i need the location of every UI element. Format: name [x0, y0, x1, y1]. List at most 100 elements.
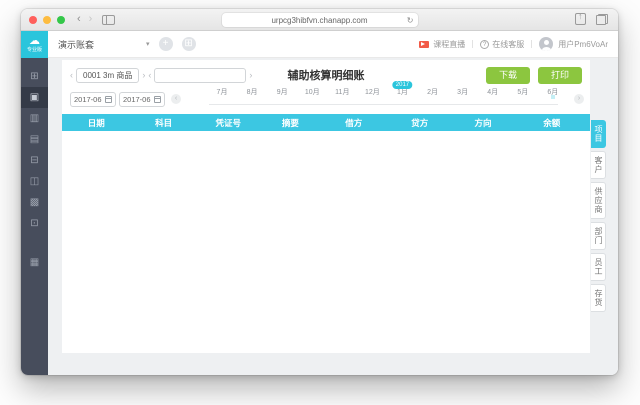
month-label: 3月: [457, 89, 469, 96]
sidebar-item-checkout-icon[interactable]: ▦: [21, 252, 48, 273]
month-label: 9月: [276, 89, 288, 96]
share-icon[interactable]: [575, 11, 586, 25]
sidebar-item-cash-icon[interactable]: ▤: [21, 129, 48, 150]
month-item[interactable]: 10月: [303, 88, 321, 112]
month-item[interactable]: 4月: [484, 88, 502, 112]
print-button[interactable]: 打印: [538, 66, 582, 84]
user-menu[interactable]: 用户Pm6VoAr: [539, 37, 608, 51]
voucher-icon: ▣: [29, 92, 40, 103]
online-support-label: 在线客服: [492, 39, 525, 49]
month-label: 5月: [517, 89, 529, 96]
app-sidebar: ⊞ ▣ ▥ ▤ ⊟ ◫ ▩ ⊡ ▦: [21, 58, 48, 375]
date-to-input[interactable]: 2017-06: [119, 91, 165, 107]
report-icon: ▥: [29, 113, 40, 124]
month-item[interactable]: 9月: [273, 88, 291, 112]
salary-icon: ◫: [29, 176, 40, 187]
zoom-button[interactable]: [57, 15, 65, 24]
address-bar[interactable]: urpcg3hibfvn.chanapp.com ↻: [221, 13, 418, 27]
settings-icon: ⊡: [30, 218, 39, 229]
timeline-prev-icon[interactable]: ‹: [171, 94, 181, 104]
account-set-selector[interactable]: 演示账套: [58, 38, 94, 51]
chevron-down-icon[interactable]: ▾: [146, 40, 150, 48]
online-support-link[interactable]: ? 在线客服: [480, 39, 524, 50]
month-item[interactable]: 7月: [213, 88, 231, 112]
month-label: 7月: [216, 89, 228, 96]
month-item[interactable]: 2月: [424, 88, 442, 112]
year-badge: 2017: [392, 81, 413, 89]
date-to-value: 2017-06: [123, 94, 151, 104]
aux-tab-供应商[interactable]: 供应商: [591, 182, 606, 219]
month-item[interactable]: 5月: [514, 88, 532, 112]
column-header: 贷方: [411, 117, 429, 128]
sidebar-item-salary-icon[interactable]: ◫: [21, 171, 48, 192]
forward-button[interactable]: ›: [89, 14, 93, 25]
browser-window: ‹ › urpcg3hibfvn.chanapp.com ↻ ☁ 专业版 ⊞ ▣ ▥…: [21, 9, 618, 375]
add-account-set-button[interactable]: +: [158, 37, 173, 51]
question-icon: ?: [480, 39, 490, 49]
column-header: 余额: [543, 117, 561, 128]
invoice-icon: ⊟: [30, 155, 39, 166]
month-item[interactable]: 11月: [333, 88, 351, 112]
app-header-bar: 演示账套 ▾ + ⊞ 课程直播 ? 在线客服 用户Pm6VoAr: [48, 31, 618, 58]
back-button[interactable]: ‹: [77, 14, 81, 25]
month-label: 1月: [397, 89, 408, 96]
date-from-input[interactable]: 2017-06: [70, 91, 116, 107]
date-from-value: 2017-06: [74, 94, 102, 104]
minimize-button[interactable]: [43, 15, 51, 24]
aux-tab-项目[interactable]: 项目: [591, 120, 606, 148]
column-header: 日期: [87, 117, 105, 128]
sidebar-toggle-icon[interactable]: [102, 14, 116, 25]
calendar-icon: [154, 95, 161, 103]
month-timeline: 7月 8月 9月 10月 11月 12月 2017 1月 2月 3月 4月 5月 6月: [183, 81, 572, 112]
reload-icon[interactable]: ↻: [407, 16, 414, 25]
month-label: 4月: [487, 89, 499, 96]
month-label: 11月: [335, 89, 350, 96]
timeline-next-icon[interactable]: ›: [574, 94, 584, 104]
live-course-link[interactable]: 课程直播: [419, 39, 465, 50]
sidebar-item-invoice-icon[interactable]: ⊟: [21, 150, 48, 171]
column-header: 科目: [155, 117, 173, 128]
aux-tab-存货[interactable]: 存货: [591, 284, 606, 312]
month-item[interactable]: 8月: [243, 88, 261, 112]
traffic-lights: [29, 15, 65, 24]
video-camera-icon: [419, 40, 430, 48]
timeline-months: 7月 8月 9月 10月 11月 12月 2017 1月 2月 3月 4月 5月 6月: [213, 81, 562, 112]
app-logo[interactable]: ☁ 专业版: [21, 31, 48, 58]
inventory-icon: ▩: [29, 197, 40, 208]
sidebar-item-report-icon[interactable]: ▥: [21, 108, 48, 129]
month-item[interactable]: 3月: [454, 88, 472, 112]
checkout-icon: ▦: [29, 257, 40, 268]
live-course-label: 课程直播: [433, 39, 466, 49]
close-button[interactable]: [29, 15, 37, 24]
sidebar-item-settings-icon[interactable]: ⊡: [21, 213, 48, 234]
aux-category-tabs: 项目客户供应商部门员工存货: [591, 120, 606, 312]
sidebar-item-voucher-icon[interactable]: ▣: [21, 87, 48, 108]
cloud-icon: ☁: [29, 35, 40, 47]
aux-tab-客户[interactable]: 客户: [591, 151, 606, 179]
month-label: 10月: [304, 89, 320, 96]
account-set-list-button[interactable]: ⊞: [181, 37, 196, 51]
logo-edition-label: 专业版: [26, 47, 42, 53]
ledger-card: ‹ 0001 3m 商品 › ‹ › 辅助核算明细账 下载 打印 2017-06…: [62, 60, 590, 353]
sidebar-item-inventory-icon[interactable]: ▩: [21, 192, 48, 213]
month-item[interactable]: 12月: [363, 88, 381, 112]
column-header: 借方: [345, 117, 363, 128]
aux-tab-员工[interactable]: 员工: [591, 253, 606, 281]
browser-titlebar: ‹ › urpcg3hibfvn.chanapp.com ↻: [21, 9, 618, 31]
month-item[interactable]: 2017 1月: [392, 81, 413, 112]
month-label: 12月: [364, 89, 380, 96]
download-button[interactable]: 下载: [486, 66, 530, 84]
month-label: 8月: [246, 89, 258, 96]
tabs-overview-icon[interactable]: [596, 13, 608, 25]
month-item[interactable]: 6月: [544, 88, 562, 112]
main-content: ‹ 0001 3m 商品 › ‹ › 辅助核算明细账 下载 打印 2017-06…: [48, 58, 618, 375]
table-header: 日期 科目 凭证号 摘要 借方 贷方 方向 余额: [62, 114, 590, 131]
sidebar-item-desktop-icon[interactable]: ⊞: [21, 66, 48, 87]
month-label: 2月: [427, 89, 438, 96]
calendar-icon: [105, 95, 112, 103]
aux-tab-部门[interactable]: 部门: [591, 222, 606, 250]
column-header: 摘要: [281, 117, 299, 128]
month-label: 6月: [547, 89, 559, 96]
column-header: 凭证号: [215, 117, 242, 128]
user-avatar: [539, 37, 554, 51]
